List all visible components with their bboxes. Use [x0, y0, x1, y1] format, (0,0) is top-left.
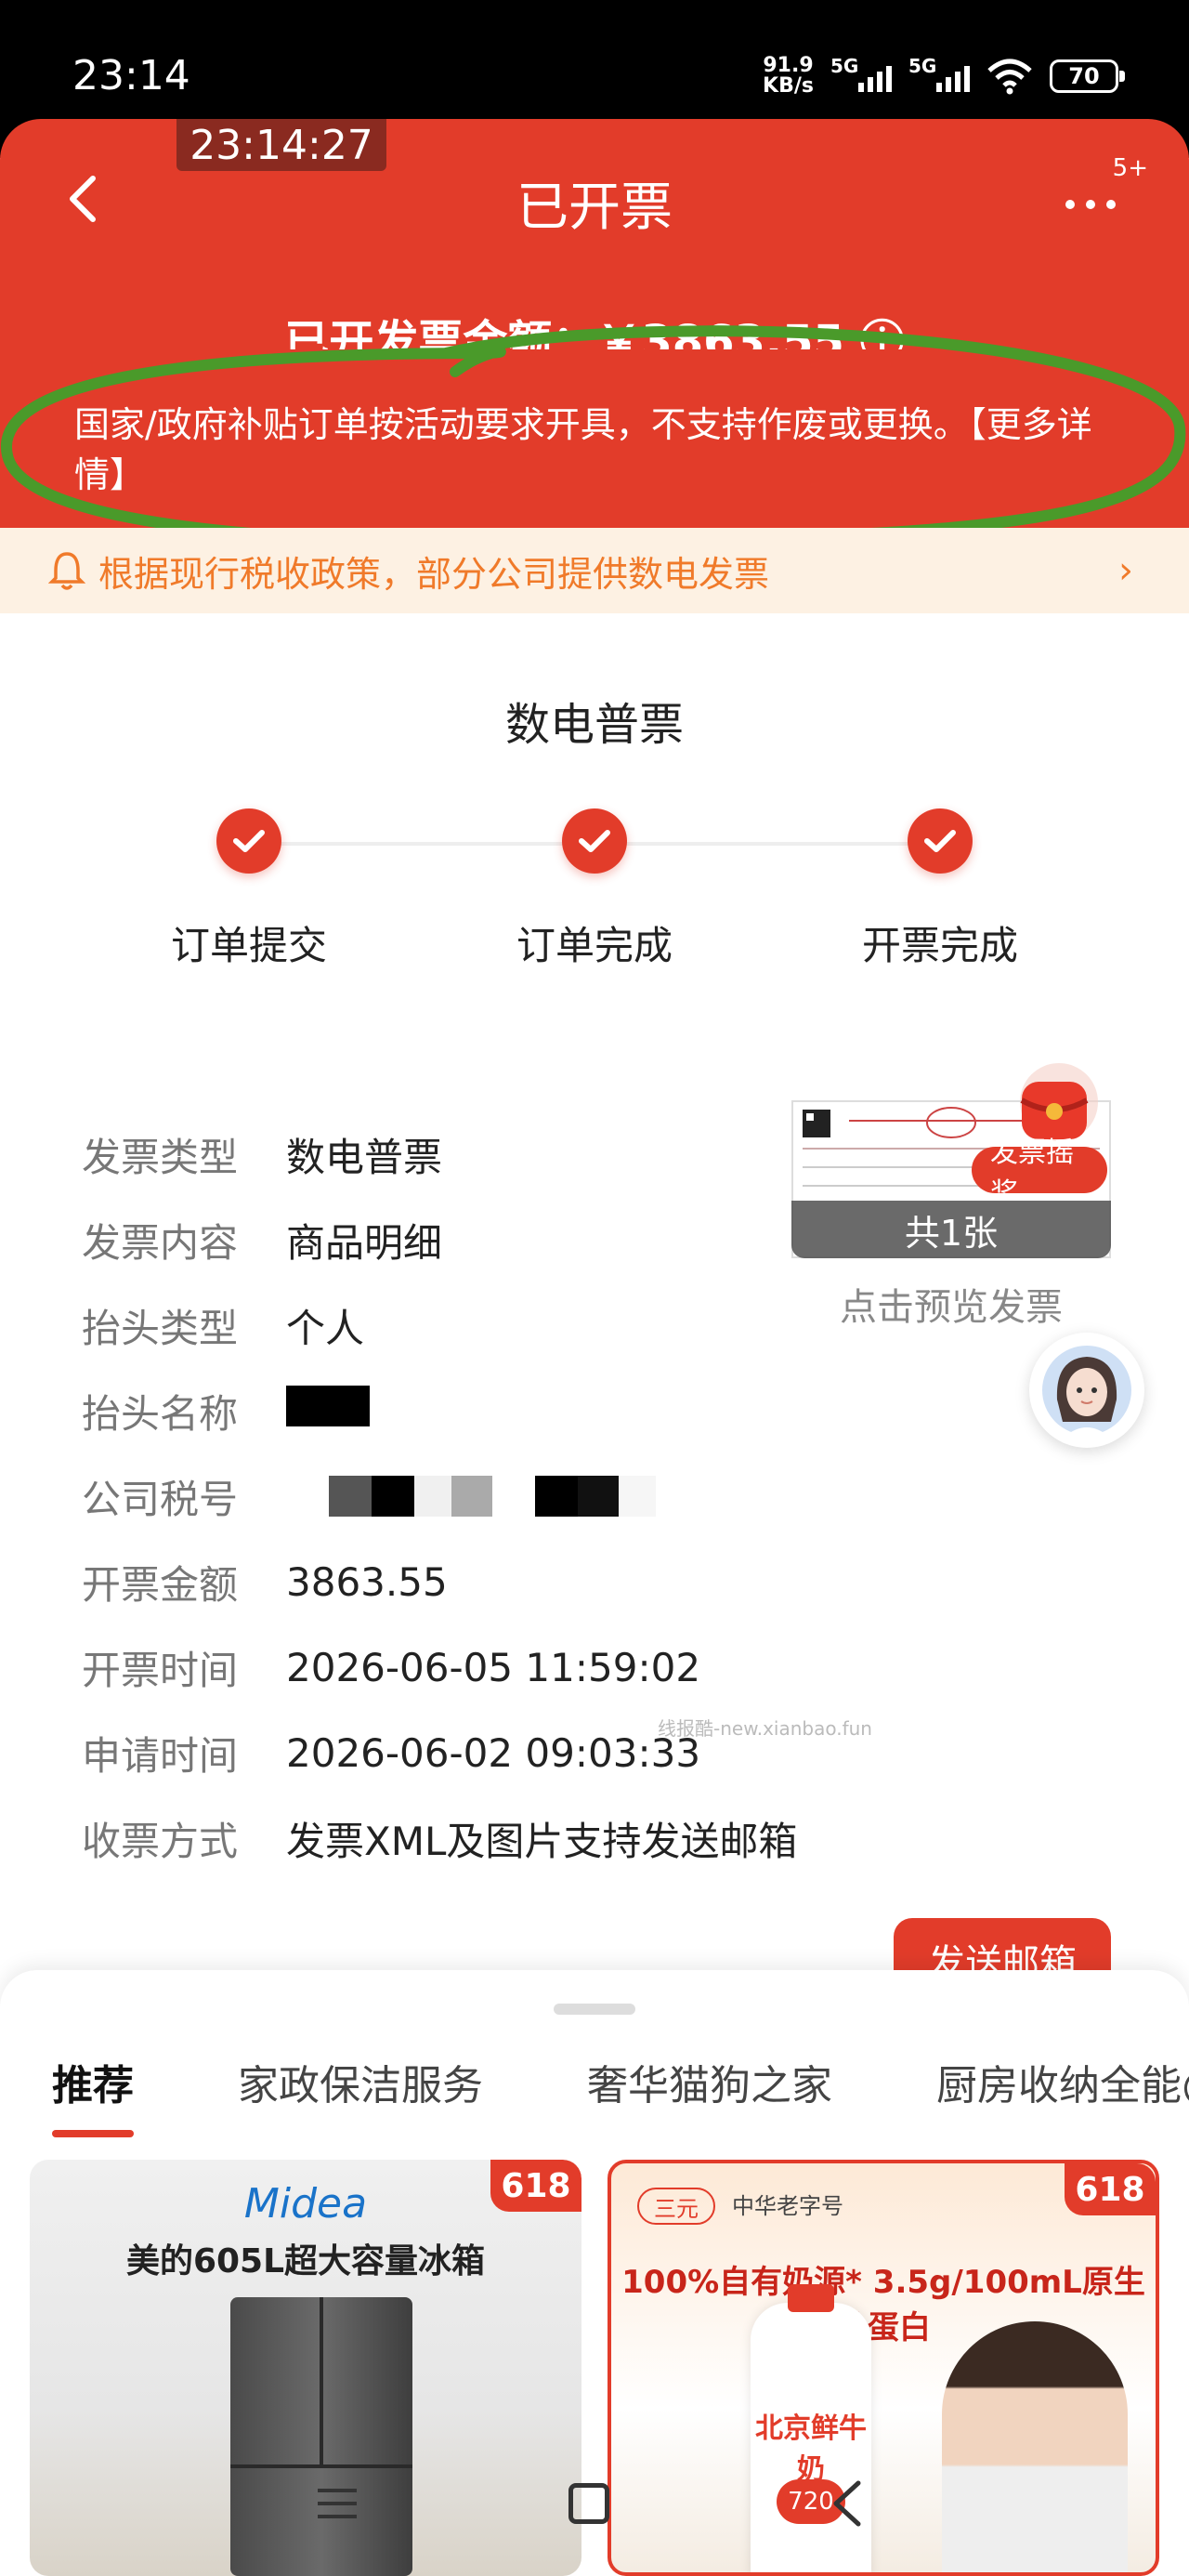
- battery-icon: 70: [1050, 59, 1125, 93]
- tab-housekeeping[interactable]: 家政保洁服务: [238, 2052, 483, 2111]
- step-order-completed: 订单完成: [474, 808, 715, 971]
- info-row: 开票时间 2026-06-05 11:59:02: [82, 1624, 797, 1710]
- field-value: 发票XML及图片支持发送邮箱: [286, 1818, 798, 1864]
- status-icons: 91.9 KB/s 5G 5G 70: [763, 54, 1125, 98]
- redacted-title-name: [286, 1386, 370, 1436]
- subsidy-notice[interactable]: 国家/政府补贴订单按活动要求开具，不支持作废或更换。【更多详情】: [74, 400, 1133, 500]
- preview-invoice-link[interactable]: 点击预览发票: [791, 1277, 1111, 1331]
- invoice-type-title: 数电普票: [504, 699, 684, 751]
- info-row: 抬头名称: [82, 1368, 797, 1453]
- fridge-image: [230, 2297, 412, 2576]
- product-card-milk[interactable]: 618 三元 中华老字号 100%自有奶源* 3.5g/100mL原生乳蛋白 北…: [608, 2160, 1159, 2576]
- field-label: 抬头类型: [82, 1305, 239, 1351]
- menu-icon[interactable]: [314, 2483, 360, 2524]
- product-title: 美的605L超大容量冰箱: [125, 2242, 486, 2280]
- step-invoice-completed: 开票完成: [819, 808, 1061, 971]
- watermark: 线报酷-new.xianbao.fun: [658, 1717, 872, 1740]
- field-label: 发票内容: [82, 1219, 239, 1266]
- page-header: 23:14:27 已开票 5+ 已开发票金额：￥3863.55 ⓘ 国家/政府补…: [0, 119, 1189, 528]
- field-value: 数电普票: [286, 1134, 443, 1180]
- step-label: 开票完成: [861, 923, 1018, 968]
- tab-kitchen-storage[interactable]: 厨房收纳全能@: [936, 2052, 1189, 2111]
- info-row: 收票方式 发票XML及图片支持发送邮箱: [82, 1795, 797, 1881]
- step-label: 订单完成: [516, 923, 673, 968]
- check-icon: [216, 808, 281, 874]
- signal-icon: 5G: [830, 55, 892, 92]
- info-row: 发票内容 商品明细: [82, 1197, 797, 1282]
- field-label: 收票方式: [82, 1818, 239, 1864]
- field-label: 开票时间: [82, 1647, 239, 1693]
- field-value: 商品明细: [286, 1219, 443, 1266]
- screenshot-timestamp: 23:14:27: [176, 119, 386, 171]
- info-row: 开票金额 3863.55: [82, 1539, 797, 1624]
- bottle-label: 北京鲜牛奶: [755, 2412, 867, 2486]
- redacted-tax-id: [329, 1476, 656, 1517]
- field-label: 开票金额: [82, 1561, 239, 1608]
- field-value: 2026-06-02 09:03:33: [286, 1729, 701, 1776]
- info-row: 公司税号: [82, 1453, 797, 1539]
- invoiced-amount: 已开发票金额：￥3863.55 ⓘ: [284, 316, 905, 349]
- field-value: 3863.55: [286, 1558, 448, 1605]
- more-icon[interactable]: [1059, 184, 1124, 221]
- invoice-count: 共1张: [791, 1201, 1111, 1258]
- signal-icon-2: 5G: [908, 55, 970, 92]
- step-order-submitted: 订单提交: [128, 808, 370, 971]
- brand-logo: 三元: [637, 2188, 715, 2225]
- recommend-tabs: 推荐 家政保洁服务 奢华猫狗之家 厨房收纳全能@: [52, 2052, 1189, 2137]
- info-row: 发票类型 数电普票: [82, 1111, 797, 1197]
- step-label: 订单提交: [170, 923, 327, 968]
- brand-logo: Midea: [243, 2180, 368, 2228]
- tax-policy-banner[interactable]: 根据现行税收政策，部分公司提供数电发票 ›: [0, 528, 1189, 613]
- heritage-label: 中华老字号: [732, 2193, 843, 2219]
- bell-icon: [48, 552, 85, 590]
- spokesperson-image: [942, 2321, 1128, 2572]
- product-card-fridge[interactable]: 618 Midea 美的605L超大容量冰箱: [30, 2160, 581, 2576]
- wifi-icon: [987, 59, 1032, 95]
- check-icon: [562, 808, 627, 874]
- sheet-handle[interactable]: [554, 2004, 635, 2015]
- field-label: 抬头名称: [82, 1390, 239, 1437]
- info-row: 抬头类型 个人: [82, 1282, 797, 1368]
- tax-policy-text: 根据现行税收政策，部分公司提供数电发票: [98, 553, 770, 595]
- tab-recommend[interactable]: 推荐: [52, 2052, 134, 2137]
- home-icon[interactable]: [568, 2483, 609, 2524]
- message-badge: 5+: [1112, 154, 1148, 182]
- field-label: 申请时间: [82, 1732, 239, 1779]
- back-nav-icon[interactable]: [825, 2477, 871, 2530]
- invoice-details: 发票类型 数电普票 发票内容 商品明细 抬头类型 个人 抬头名称 公司税号 开票…: [82, 1111, 797, 1881]
- field-label: 发票类型: [82, 1134, 239, 1180]
- chevron-right-icon: ›: [1118, 549, 1133, 592]
- milk-bottle-image: 北京鲜牛奶 720: [751, 2284, 871, 2572]
- page-title: 已开票: [516, 177, 673, 238]
- field-value: 个人: [286, 1305, 365, 1351]
- status-time: 23:14: [72, 52, 190, 99]
- check-icon: [908, 808, 973, 874]
- field-label: 公司税号: [82, 1476, 239, 1522]
- invoice-lottery-badge[interactable]: 发票摇奖: [972, 1137, 1107, 1210]
- assistant-avatar-icon[interactable]: [1029, 1333, 1144, 1448]
- promo-tag: 618: [1065, 2163, 1156, 2215]
- field-value: 2026-06-05 11:59:02: [286, 1644, 701, 1690]
- tab-pets[interactable]: 奢华猫狗之家: [587, 2052, 832, 2111]
- net-speed: 91.9 KB/s: [763, 54, 814, 98]
